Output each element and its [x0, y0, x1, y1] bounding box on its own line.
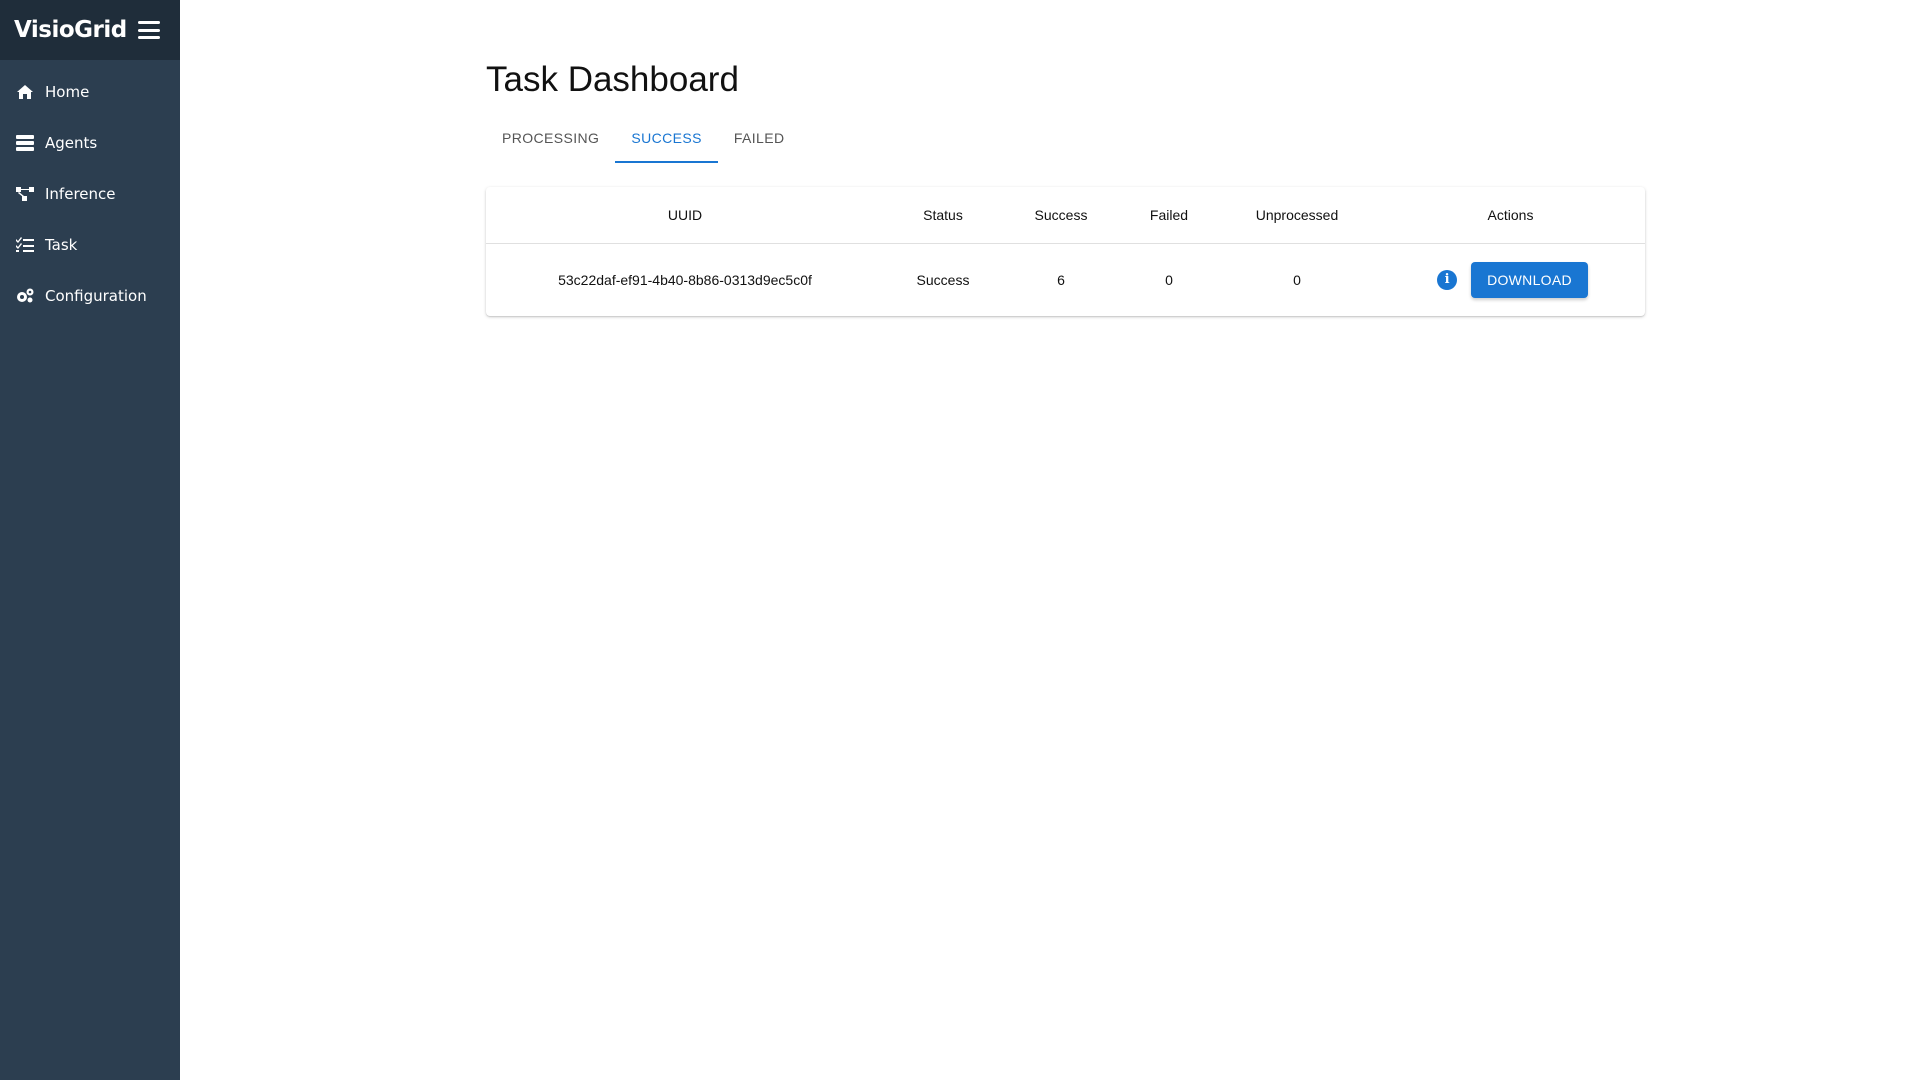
download-button[interactable]: DOWNLOAD: [1471, 261, 1588, 298]
tab-success[interactable]: SUCCESS: [615, 120, 719, 163]
network-icon: [15, 185, 35, 203]
page-title: Task Dashboard: [486, 60, 739, 99]
info-icon[interactable]: i: [1437, 269, 1458, 290]
table-header-row: UUID Status Success Failed Unprocessed A…: [486, 187, 1645, 244]
sidebar-header: VisioGrid: [0, 0, 180, 60]
tab-failed[interactable]: FAILED: [718, 120, 801, 163]
sidebar-item-label: Configuration: [45, 286, 147, 305]
sidebar-item-label: Task: [45, 235, 78, 254]
sidebar-item-configuration[interactable]: Configuration: [0, 270, 180, 321]
tab-processing[interactable]: PROCESSING: [486, 120, 615, 163]
sidebar-item-label: Agents: [45, 133, 98, 152]
sidebar-item-task[interactable]: Task: [0, 219, 180, 270]
hamburger-menu-icon[interactable]: [138, 21, 160, 39]
sidebar-item-home[interactable]: Home: [0, 66, 180, 117]
sidebar-item-agents[interactable]: Agents: [0, 117, 180, 168]
tasks-icon: [15, 236, 35, 254]
sidebar: VisioGrid Home Agents Inference Task Con…: [0, 0, 180, 1080]
column-header-failed: Failed: [1120, 187, 1218, 244]
cell-actions: i DOWNLOAD: [1376, 243, 1645, 316]
main-content: Task Dashboard PROCESSING SUCCESS FAILED…: [180, 0, 1920, 1080]
column-header-actions: Actions: [1376, 187, 1645, 244]
table-row: 53c22daf-ef91-4b40-8b86-0313d9ec5c0f Suc…: [486, 243, 1645, 316]
cell-unprocessed-count: 0: [1293, 271, 1301, 288]
column-header-uuid: UUID: [486, 187, 884, 244]
column-header-status: Status: [884, 187, 1002, 244]
home-icon: [15, 83, 35, 101]
row-actions: i DOWNLOAD: [1376, 261, 1645, 298]
column-header-unprocessed: Unprocessed: [1218, 187, 1376, 244]
sidebar-item-inference[interactable]: Inference: [0, 168, 180, 219]
sidebar-item-label: Inference: [45, 184, 116, 203]
column-header-success: Success: [1002, 187, 1120, 244]
status-tabs: PROCESSING SUCCESS FAILED: [486, 120, 801, 163]
cell-status: Success: [916, 271, 970, 288]
sidebar-nav: Home Agents Inference Task Configuration: [0, 60, 180, 321]
cell-uuid: 53c22daf-ef91-4b40-8b86-0313d9ec5c0f: [558, 271, 812, 288]
server-icon: [15, 134, 35, 152]
sidebar-item-label: Home: [45, 82, 90, 101]
tasks-table: UUID Status Success Failed Unprocessed A…: [486, 187, 1645, 316]
cell-failed-count: 0: [1165, 271, 1173, 288]
cell-success-count: 6: [1057, 271, 1065, 288]
tasks-table-card: UUID Status Success Failed Unprocessed A…: [486, 187, 1645, 316]
cogs-icon: [15, 287, 35, 305]
brand-logo[interactable]: VisioGrid: [14, 17, 127, 43]
